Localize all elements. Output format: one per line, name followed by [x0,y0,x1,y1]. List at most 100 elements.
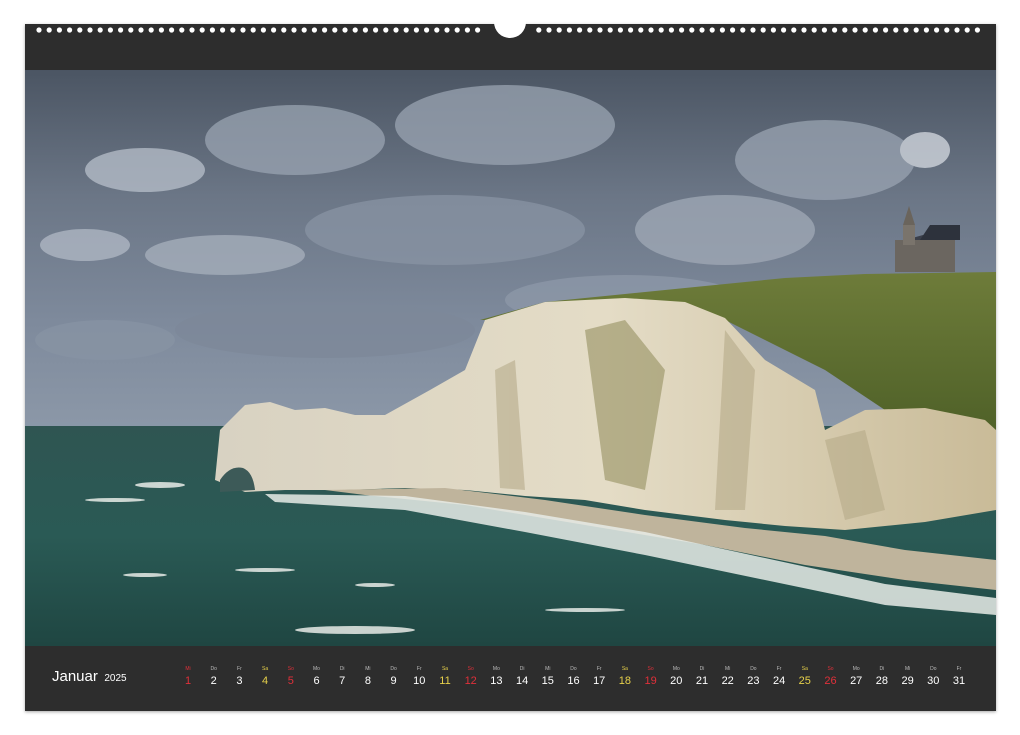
binding-hole [200,27,205,32]
day-cell: Mo6 [306,666,328,688]
binding-hole [363,27,368,32]
binding-hole [302,27,307,32]
weekday-abbr: Sa [434,666,456,674]
weekday-abbr: Fr [408,666,430,674]
day-number: 10 [408,674,430,688]
binding-hole [873,27,878,32]
day-number: 13 [485,674,507,688]
binding-hole [975,27,980,32]
binding-hole [98,27,103,32]
binding-hole [699,27,704,32]
binding-hole [261,27,266,32]
binding-hole [832,27,837,32]
cliff-landscape-image [25,70,996,646]
day-number: 31 [948,674,970,688]
day-cell: Mo20 [665,666,687,688]
day-cell: So26 [820,666,842,688]
day-number: 3 [228,674,250,688]
day-number: 27 [845,674,867,688]
weekday-abbr: Mi [357,666,379,674]
binding-hole [679,27,684,32]
binding-hole [465,27,470,32]
binding-hole [220,27,225,32]
binding-hole [271,27,276,32]
day-number: 25 [794,674,816,688]
binding-hole [383,27,388,32]
weekday-abbr: Fr [768,666,790,674]
binding-hole [710,27,715,32]
binding-hole [210,27,215,32]
weekday-abbr: So [820,666,842,674]
weekday-abbr: Mo [485,666,507,674]
binding-hole [628,27,633,32]
binding-hole [373,27,378,32]
binding-hole [750,27,755,32]
binding-hole [47,27,52,32]
day-cell: Di7 [331,666,353,688]
day-cell: Mi15 [537,666,559,688]
weekday-abbr: Do [563,666,585,674]
weekday-abbr: Sa [794,666,816,674]
weekday-abbr: Di [691,666,713,674]
binding-hole [557,27,562,32]
day-cell: Fr17 [588,666,610,688]
day-cell: So12 [460,666,482,688]
day-cell: Sa11 [434,666,456,688]
binding-hole [393,27,398,32]
binding-hole [404,27,409,32]
binding-hole [475,27,480,32]
weekday-abbr: Mi [537,666,559,674]
day-cell: Sa4 [254,666,276,688]
binding-hole [332,27,337,32]
binding-hole [149,27,154,32]
day-number: 8 [357,674,379,688]
day-cell: Do23 [742,666,764,688]
binding-hole [312,27,317,32]
day-cell: So19 [640,666,662,688]
day-cell: Fr31 [948,666,970,688]
weekday-abbr: Di [511,666,533,674]
day-cell: Fr3 [228,666,250,688]
binding-hole [251,27,256,32]
binding-hole [638,27,643,32]
year-label: 2025 [104,673,126,684]
day-number: 11 [434,674,456,688]
day-number: 26 [820,674,842,688]
day-number: 30 [922,674,944,688]
day-cell: Mi8 [357,666,379,688]
day-number: 12 [460,674,482,688]
binding-hole [424,27,429,32]
binding-hole [883,27,888,32]
binding-hole [159,27,164,32]
binding-hole [189,27,194,32]
day-cell: Di14 [511,666,533,688]
binding-hole [567,27,572,32]
day-cell: Do2 [203,666,225,688]
binding-hole [924,27,929,32]
day-number: 4 [254,674,276,688]
binding-hole [791,27,796,32]
weekday-abbr: Do [383,666,405,674]
day-number: 7 [331,674,353,688]
day-cell: Mi29 [897,666,919,688]
binding-hole [536,27,541,32]
weekday-abbr: Do [922,666,944,674]
binding-hole [852,27,857,32]
binding-hole [434,27,439,32]
day-number: 6 [306,674,328,688]
day-number: 1 [177,674,199,688]
binding-hole [597,27,602,32]
wall-calendar-page: Januar 2025 Mi1Do2Fr3Sa4So5Mo6Di7Mi8Do9F… [25,24,996,711]
weekday-abbr: Mi [177,666,199,674]
weekday-abbr: Fr [228,666,250,674]
binding-hole [618,27,623,32]
day-number: 21 [691,674,713,688]
day-cell: Fr10 [408,666,430,688]
day-number: 18 [614,674,636,688]
binding-hole [863,27,868,32]
binding-hole [965,27,970,32]
binding-hole [281,27,286,32]
binding-hole [128,27,133,32]
binding-hole [291,27,296,32]
weekday-abbr: Di [871,666,893,674]
